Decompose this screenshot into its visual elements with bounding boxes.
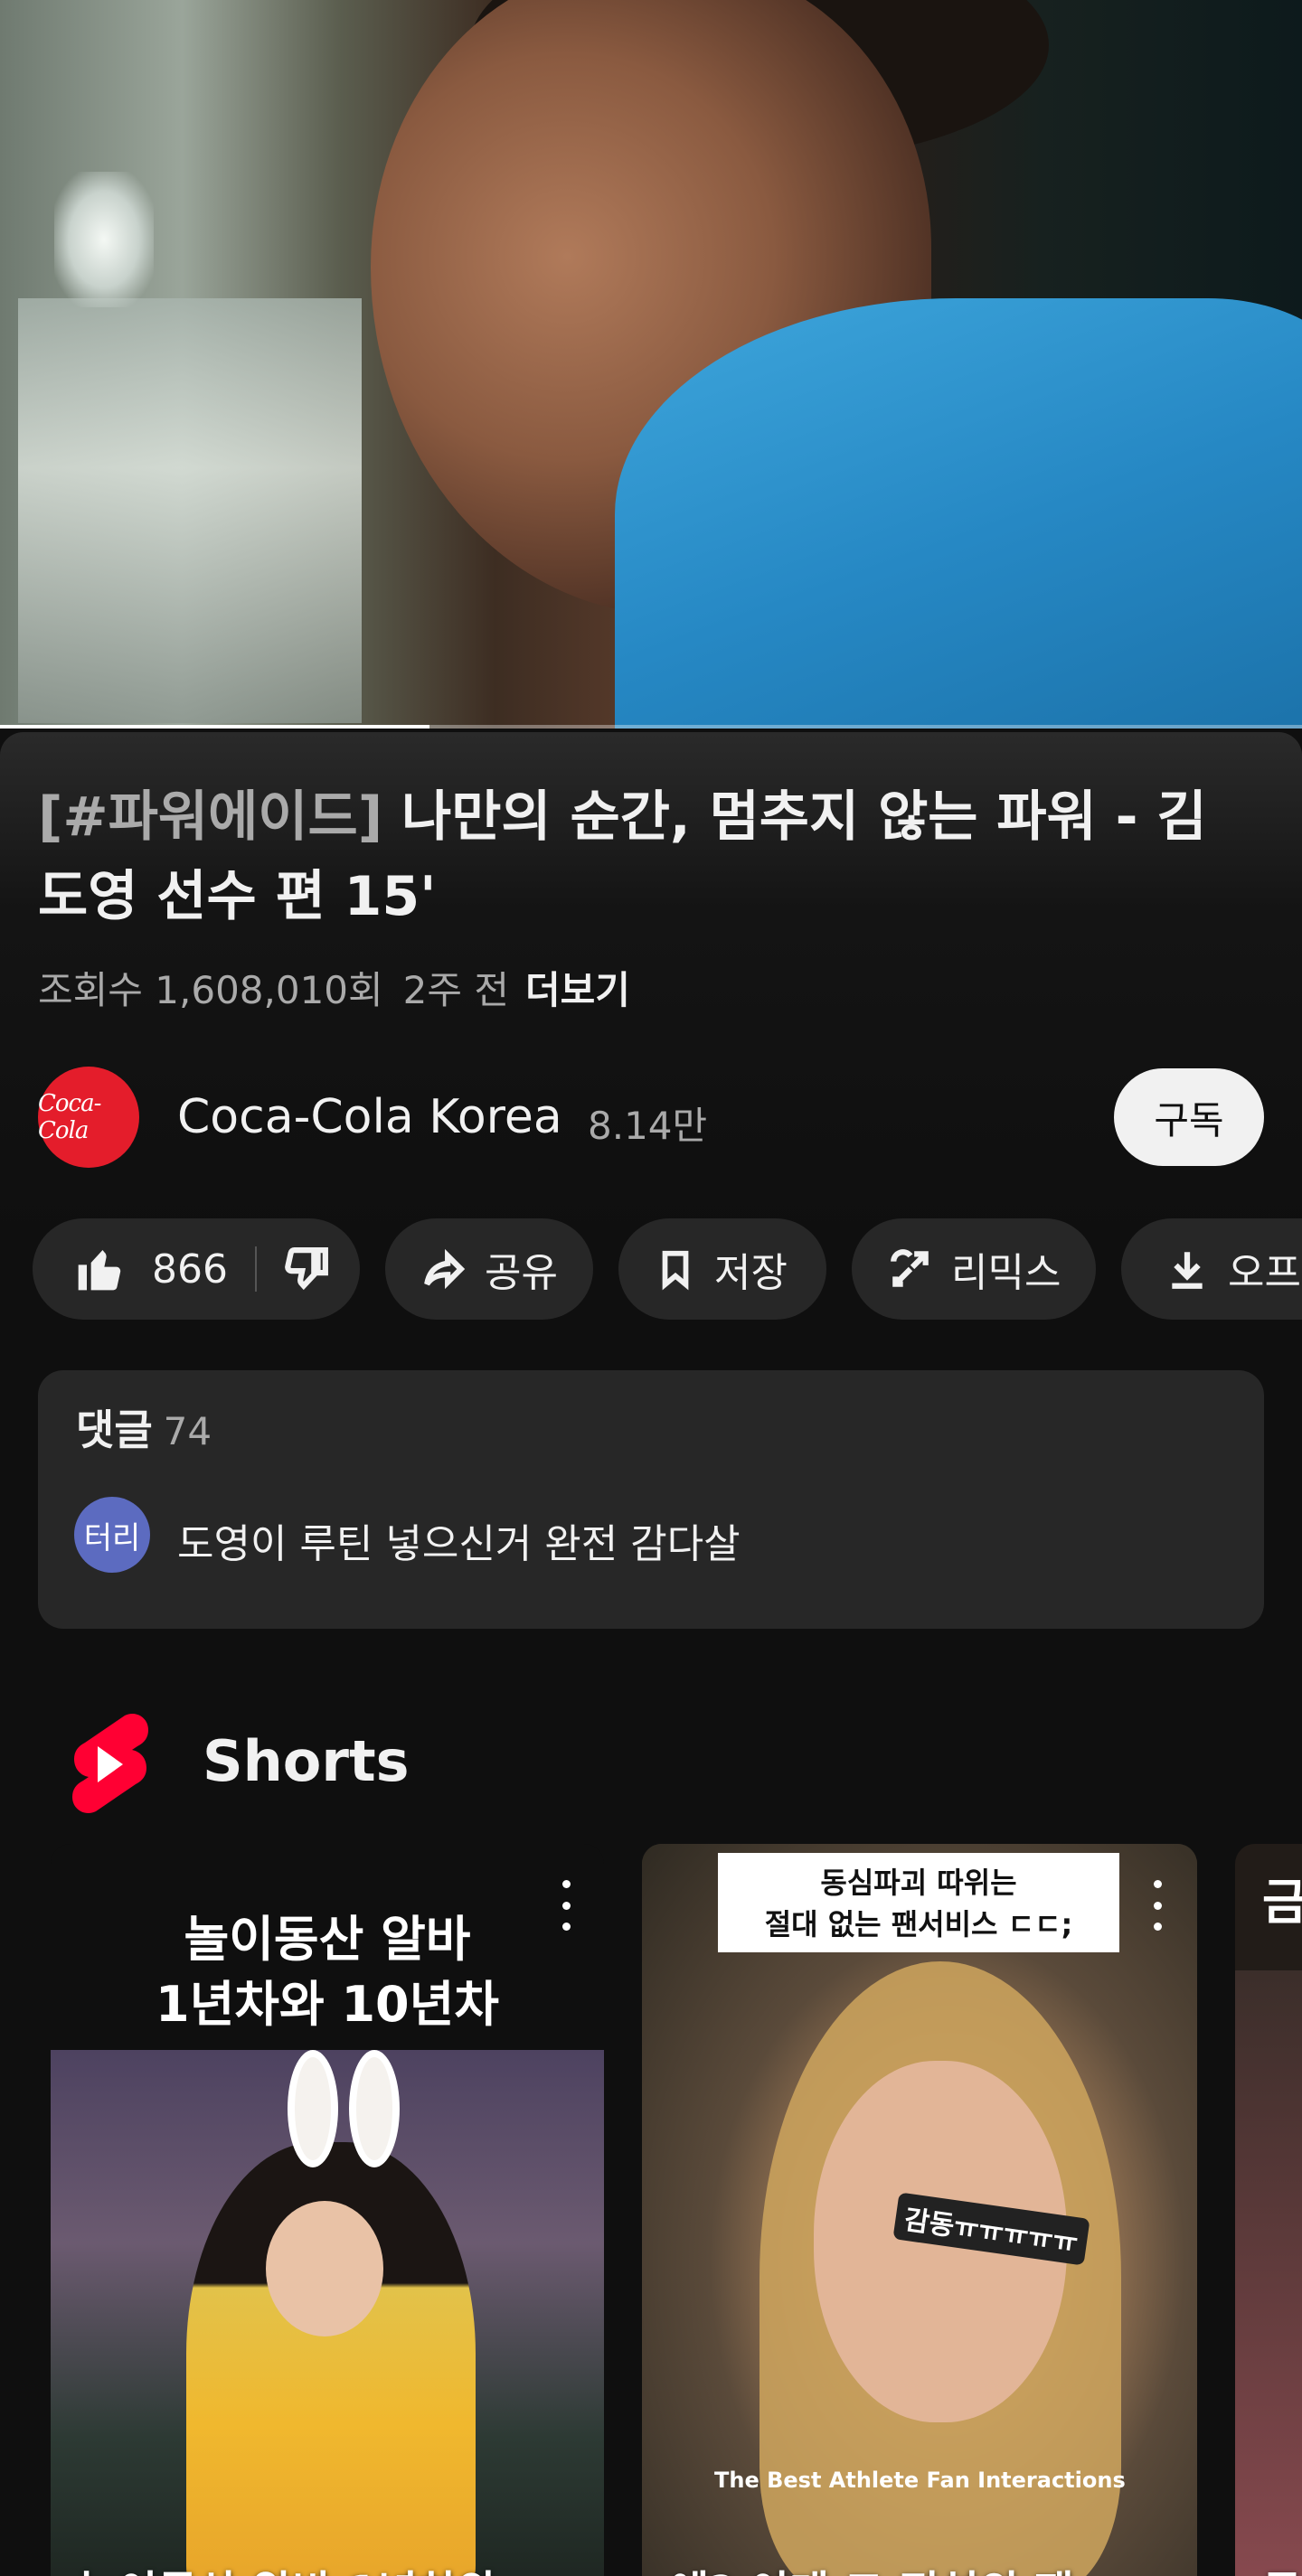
more-options-icon[interactable]: [548, 1880, 584, 1931]
bunny-ear: [349, 2050, 400, 2167]
video-progress-bar[interactable]: [0, 725, 1302, 729]
shorts-section-title: Shorts: [203, 1728, 410, 1794]
video-stats: 조회수 1,608,010회 2주 전 더보기: [38, 960, 630, 1015]
like-icon[interactable]: [74, 1244, 125, 1294]
comment-preview-text: 도영이 루틴 넣으신거 완전 감다살: [177, 1521, 741, 1567]
short-thumbnail-caption: 금: [1262, 1874, 1302, 1931]
remix-button[interactable]: 리믹스: [852, 1218, 1096, 1320]
download-icon: [1172, 1252, 1203, 1289]
short-card[interactable]: 금 금: [1235, 1844, 1302, 2576]
like-dislike-chip: 866: [33, 1218, 360, 1320]
comments-header: 댓글 74: [76, 1397, 212, 1457]
short-thumbnail-banner: 동심파괴 따위는 절대 없는 팬서비스 ㄷㄷ;: [718, 1853, 1119, 1952]
bookmark-icon: [662, 1250, 689, 1291]
shorts-logo-icon: [72, 1713, 148, 1814]
short-banner-line: 동심파괴 따위는: [820, 1866, 1017, 1900]
channel-avatar[interactable]: Coca-Cola: [38, 1067, 139, 1168]
channel-avatar-logo: Coca-Cola: [38, 1090, 101, 1144]
bunny-ear: [288, 2050, 338, 2167]
short-thumbnail-face: [266, 2201, 383, 2336]
short-caption-line: 1년차와 10년차: [156, 1976, 499, 2033]
short-card[interactable]: 동심파괴 따위는 절대 없는 팬서비스 ㄷㄷ; 감동ㅠㅠㅠㅠㅠ The Best…: [642, 1844, 1197, 2576]
like-divider: [254, 1246, 257, 1292]
comments-title: 댓글: [76, 1406, 153, 1454]
short-title: 금: [1262, 2556, 1302, 2576]
short-card[interactable]: 놀이동산 알바 1년차와 10년차 놀이동산 알바 1년차와: [51, 1844, 604, 2576]
more-button[interactable]: 더보기: [525, 968, 630, 1012]
like-count[interactable]: 866: [152, 1246, 228, 1293]
subscribe-button[interactable]: 구독: [1114, 1068, 1264, 1166]
short-thumbnail-caption: 놀이동산 알바 1년차와 10년차: [51, 1907, 604, 2037]
video-progress-fill: [0, 725, 430, 729]
subscriber-count: 8.14만: [588, 1104, 708, 1148]
short-title: 예? 이게 그 전설의 팬: [669, 2556, 1074, 2576]
video-player[interactable]: [0, 0, 1302, 729]
share-icon: [424, 1248, 466, 1290]
stadium-light: [54, 172, 154, 307]
upload-age: 2주 전: [402, 968, 510, 1012]
remix-label: 리믹스: [951, 1250, 1061, 1296]
remix-icon: [891, 1249, 929, 1287]
download-button[interactable]: 오프: [1121, 1218, 1302, 1320]
short-banner-line: 절대 없는 팬서비스 ㄷㄷ;: [764, 1907, 1073, 1941]
comments-card[interactable]: 댓글 74 터리 도영이 루틴 넣으신거 완전 감다살: [38, 1370, 1264, 1629]
share-label: 공유: [485, 1250, 558, 1296]
comments-count: 74: [163, 1409, 212, 1453]
save-label: 저장: [714, 1250, 788, 1296]
view-count: 조회수 1,608,010회: [38, 968, 383, 1012]
short-title: 놀이동산 알바 1년차와: [78, 2556, 497, 2576]
commenter-avatar: 터리: [74, 1497, 150, 1573]
video-frame-shirt: [615, 298, 1302, 729]
short-caption-line: 놀이동산 알바: [184, 1911, 471, 1968]
video-title[interactable]: [#파워에이드] 나만의 순간, 멈추지 않는 파워 - 김도영 선수 편 15…: [38, 777, 1241, 936]
more-options-icon[interactable]: [1139, 1880, 1175, 1931]
save-button[interactable]: 저장: [618, 1218, 826, 1320]
channel-name[interactable]: Coca-Cola Korea: [177, 1090, 562, 1144]
short-thumbnail-credit: The Best Athlete Fan Interactions: [714, 2468, 1126, 2493]
video-frame-background: [18, 298, 362, 723]
dislike-icon[interactable]: [284, 1246, 329, 1292]
share-button[interactable]: 공유: [385, 1218, 593, 1320]
download-label: 오프: [1228, 1250, 1301, 1296]
short-thumbnail: [1235, 1970, 1302, 2576]
video-title-hashtag[interactable]: [#파워에이드]: [38, 785, 382, 849]
